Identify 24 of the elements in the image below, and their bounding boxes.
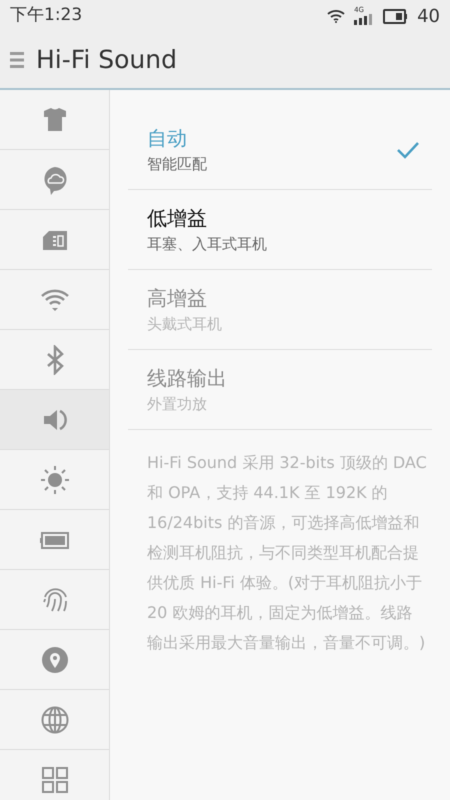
sidebar-item[interactable] [0, 390, 109, 450]
battery-level: 40 [417, 4, 440, 28]
option-subtitle: 智能匹配 [147, 154, 207, 174]
sun-icon [40, 464, 70, 494]
battery-icon [383, 8, 408, 24]
page-title: Hi-Fi Sound [36, 44, 177, 76]
status-time: 下午1:23 [10, 4, 82, 28]
checkmark-icon [396, 140, 420, 160]
option-title: 线路输出 [147, 365, 227, 391]
menu-icon[interactable] [10, 51, 24, 69]
signal-icon [354, 14, 374, 25]
option-row[interactable]: 低增益 耳塞、入耳式耳机 [128, 190, 432, 270]
grid-icon [40, 764, 70, 794]
description-text: Hi-Fi Sound 采用 32-bits 顶级的 DAC 和 OPA，支持 44.1K 至 192K 的 16/24bits 的音源，可选择高低增益和检测耳机阻抗，与不同类型耳机配合提供优质 Hi-Fi 体验。(对于耳机阻抗小于 20 欧姆的耳机，固定为低增益。线路输出采用最大音量输出，音量不可调。) [147, 452, 428, 654]
option-subtitle: 耳塞、入耳式耳机 [147, 234, 267, 254]
wifi-icon [327, 9, 346, 23]
option-title: 高增益 [147, 285, 208, 311]
option-title: 自动 [147, 125, 188, 151]
option-title: 低增益 [147, 205, 208, 231]
location-pin-icon [40, 644, 70, 674]
option-row[interactable]: 自动 智能匹配 [128, 110, 432, 190]
globe-icon [40, 704, 70, 734]
option-subtitle: 外置功放 [147, 394, 208, 414]
option-subtitle: 头戴式耳机 [147, 314, 222, 334]
